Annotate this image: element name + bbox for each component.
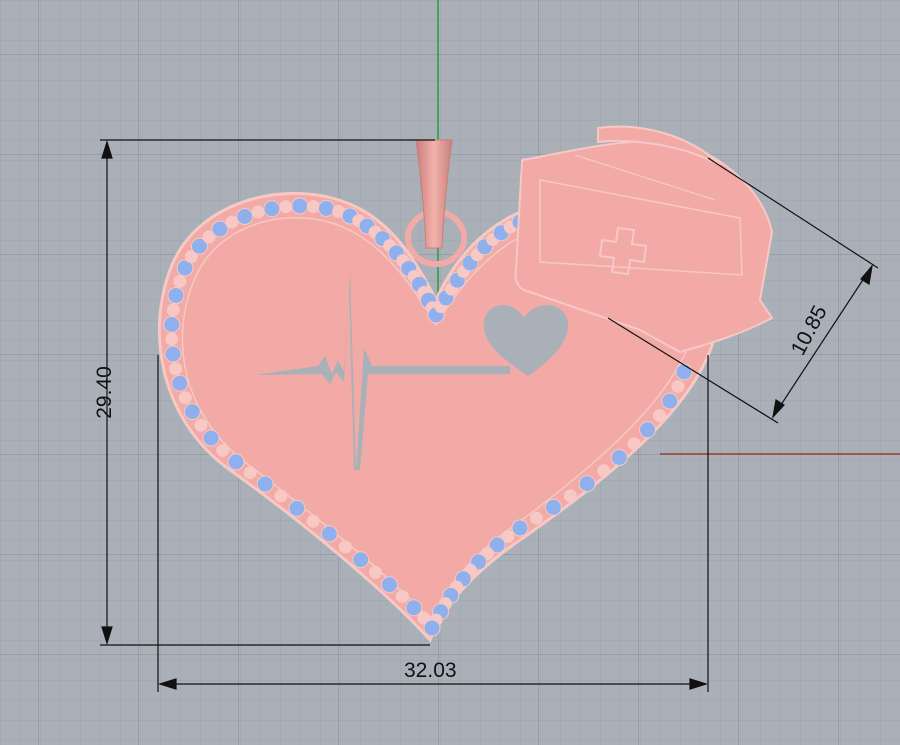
stone <box>530 511 543 525</box>
stone <box>675 363 693 381</box>
stone <box>167 287 185 304</box>
stone <box>639 421 656 439</box>
stone <box>194 418 208 432</box>
stone <box>166 303 180 317</box>
model-scene <box>0 0 900 745</box>
stone <box>395 590 409 603</box>
stone <box>171 374 189 392</box>
stone <box>274 489 288 503</box>
stone <box>352 551 370 569</box>
dimension-height-label: 29.40 <box>92 366 116 419</box>
stone <box>423 619 441 637</box>
stone <box>227 453 245 471</box>
stone <box>563 489 577 503</box>
stone <box>251 205 265 219</box>
dimension-width-label: 32.03 <box>404 659 457 682</box>
stone <box>653 409 666 422</box>
stone <box>243 466 257 480</box>
stone <box>671 380 685 393</box>
stone <box>597 464 611 478</box>
stone <box>178 391 192 405</box>
stone <box>225 215 239 229</box>
stone <box>164 345 182 363</box>
stone <box>369 565 382 579</box>
stone <box>291 197 309 215</box>
stone <box>306 514 320 528</box>
stone <box>338 540 352 554</box>
stone <box>627 437 641 451</box>
stone <box>381 576 398 594</box>
stone <box>320 525 338 543</box>
stone <box>578 475 596 493</box>
stone <box>183 403 201 421</box>
viewport-3d[interactable]: 29.40 32.03 10.85 <box>0 0 900 745</box>
stone <box>165 332 179 346</box>
stone <box>661 392 679 410</box>
stone <box>173 275 187 288</box>
stone <box>610 449 628 466</box>
stone <box>163 316 181 333</box>
stone <box>263 200 281 218</box>
stone <box>169 362 183 376</box>
stone <box>511 519 529 537</box>
stone <box>288 499 306 517</box>
stone <box>216 443 230 457</box>
stone <box>306 200 320 214</box>
stone <box>405 599 423 617</box>
stone <box>317 199 335 217</box>
stone <box>202 429 220 447</box>
stone <box>544 498 562 516</box>
stone <box>256 475 274 493</box>
stone <box>279 200 293 214</box>
stone <box>236 208 254 225</box>
stone <box>211 220 229 238</box>
